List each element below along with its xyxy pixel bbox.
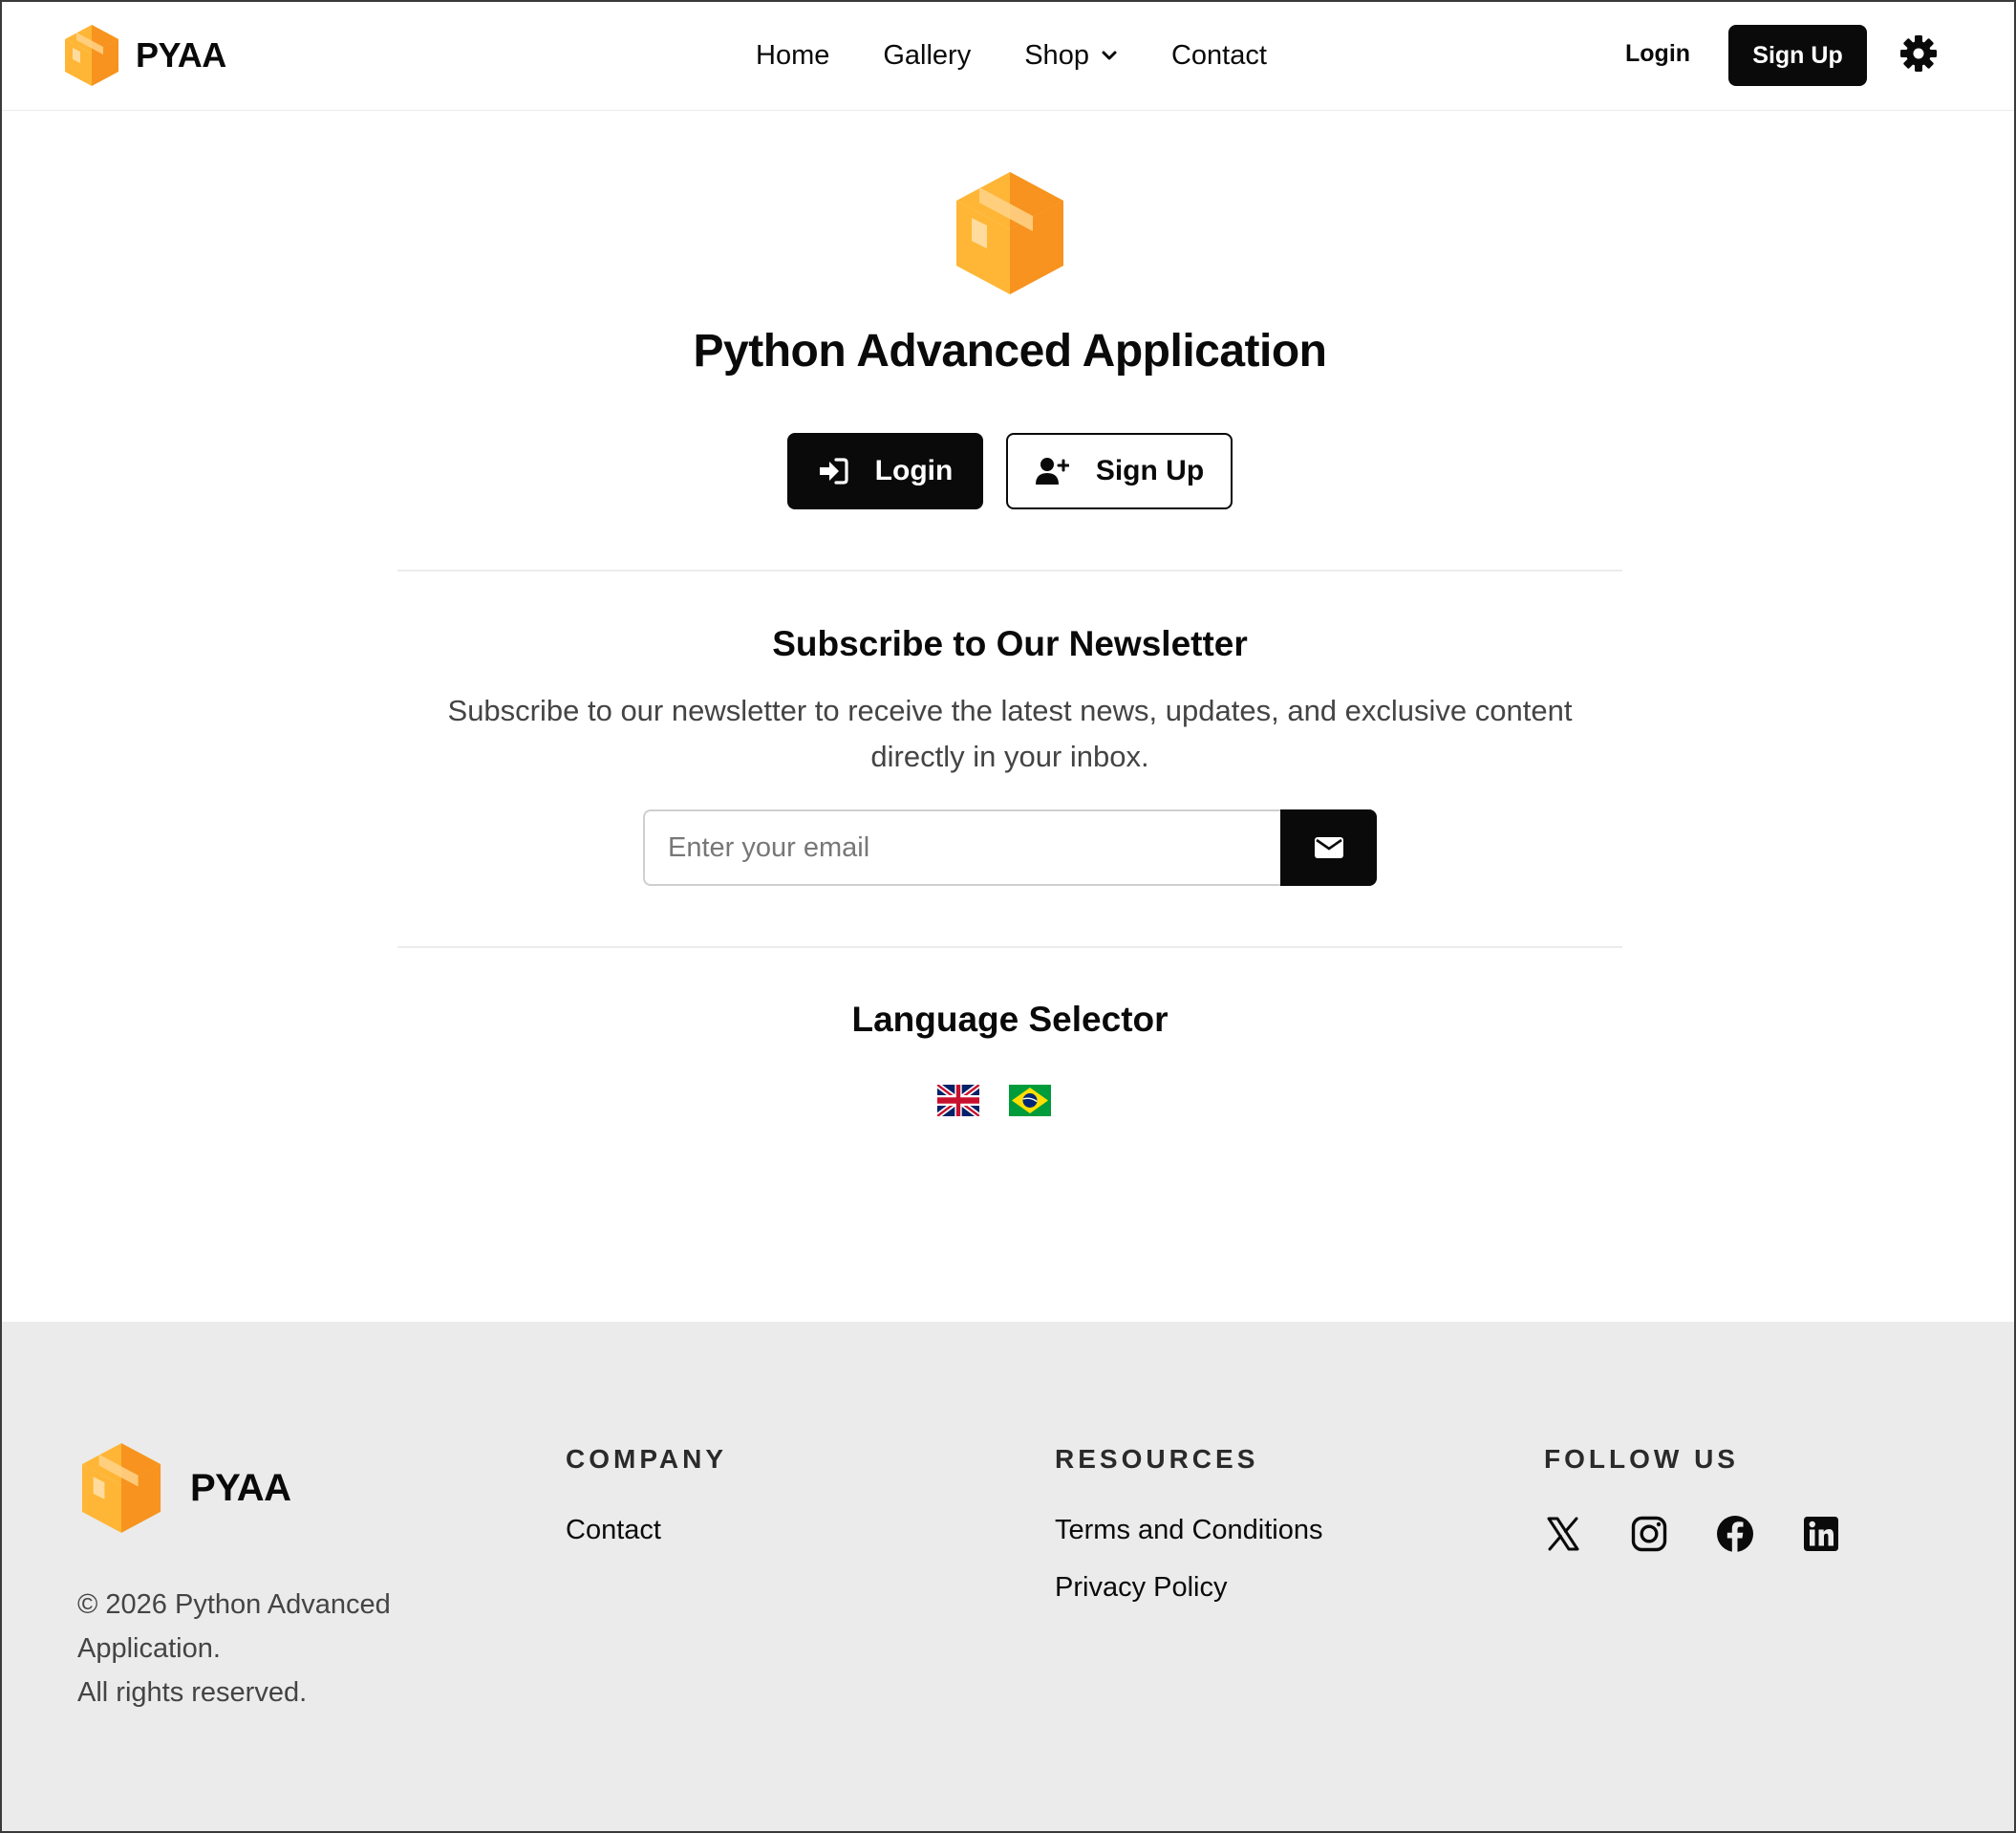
x-twitter-icon[interactable]	[1544, 1515, 1582, 1553]
language-title: Language Selector	[851, 1000, 1169, 1039]
sign-in-icon	[819, 458, 848, 485]
nav-login-link[interactable]: Login	[1625, 40, 1690, 68]
social-icons	[1544, 1515, 1888, 1553]
box-logo-icon	[63, 25, 120, 86]
page-frame: PYAA Home Gallery Shop Contact Login Sig…	[0, 0, 2016, 1833]
email-input[interactable]	[643, 809, 1281, 886]
nav-link-home[interactable]: Home	[756, 40, 829, 72]
hero-signup-button[interactable]: Sign Up	[1006, 433, 1233, 509]
hero-box-logo-icon	[953, 170, 1067, 296]
nav-link-shop: Shop	[1024, 39, 1089, 71]
newsletter-form	[643, 809, 1377, 886]
footer-brand-name: PYAA	[190, 1466, 291, 1509]
rights-line: All rights reserved.	[77, 1677, 308, 1708]
top-navbar: PYAA Home Gallery Shop Contact Login Sig…	[2, 2, 2014, 111]
site-footer: PYAA © 2026 Python Advanced Application.…	[2, 1322, 2014, 1831]
brand-name: PYAA	[136, 35, 226, 75]
footer-company-column: COMPANY Contact	[566, 1444, 727, 1572]
newsletter-submit-button[interactable]	[1280, 809, 1377, 886]
section-divider	[397, 946, 1622, 948]
footer-link-contact[interactable]: Contact	[566, 1515, 727, 1546]
nav-signup-button[interactable]: Sign Up	[1728, 25, 1867, 86]
hero-login-label: Login	[874, 455, 954, 486]
nav-link-gallery[interactable]: Gallery	[883, 40, 971, 72]
uk-flag-icon[interactable]	[937, 1085, 979, 1116]
footer-brand[interactable]: PYAA	[79, 1442, 291, 1534]
copyright-line: © 2026 Python Advanced Application.	[77, 1589, 391, 1664]
gear-icon[interactable]	[1898, 33, 1939, 74]
footer-link-terms[interactable]: Terms and Conditions	[1055, 1515, 1322, 1546]
instagram-icon[interactable]	[1630, 1515, 1668, 1553]
footer-box-logo-icon	[79, 1442, 163, 1534]
footer-resources-heading: RESOURCES	[1055, 1444, 1259, 1474]
linkedin-icon[interactable]	[1802, 1515, 1840, 1553]
footer-resources-column: RESOURCES Terms and Conditions Privacy P…	[1055, 1444, 1322, 1629]
newsletter-title: Subscribe to Our Newsletter	[772, 624, 1248, 663]
footer-copyright: © 2026 Python Advanced Application. All …	[77, 1583, 440, 1714]
section-divider	[397, 570, 1622, 571]
envelope-icon	[1314, 837, 1343, 858]
nav-dropdown-shop[interactable]: Shop	[1024, 40, 1118, 72]
language-flags	[937, 1085, 1051, 1116]
hero-signup-label: Sign Up	[1095, 455, 1205, 486]
facebook-icon[interactable]	[1716, 1515, 1754, 1553]
user-plus-icon	[1035, 458, 1069, 485]
hero-login-button[interactable]: Login	[787, 433, 983, 509]
hero-title: Python Advanced Application	[693, 326, 1328, 377]
footer-follow-heading: FOLLOW US	[1544, 1444, 1739, 1474]
footer-follow-column: FOLLOW US	[1544, 1444, 1888, 1553]
chevron-down-icon	[1102, 51, 1117, 60]
main-menu: Home Gallery Shop Contact	[756, 34, 1267, 76]
brand[interactable]: PYAA	[63, 25, 226, 86]
newsletter-description: Subscribe to our newsletter to receive t…	[447, 694, 1573, 773]
footer-company-heading: COMPANY	[566, 1444, 728, 1474]
brazil-flag-icon[interactable]	[1009, 1085, 1051, 1116]
footer-link-privacy[interactable]: Privacy Policy	[1055, 1572, 1322, 1604]
nav-link-contact[interactable]: Contact	[1171, 40, 1267, 72]
